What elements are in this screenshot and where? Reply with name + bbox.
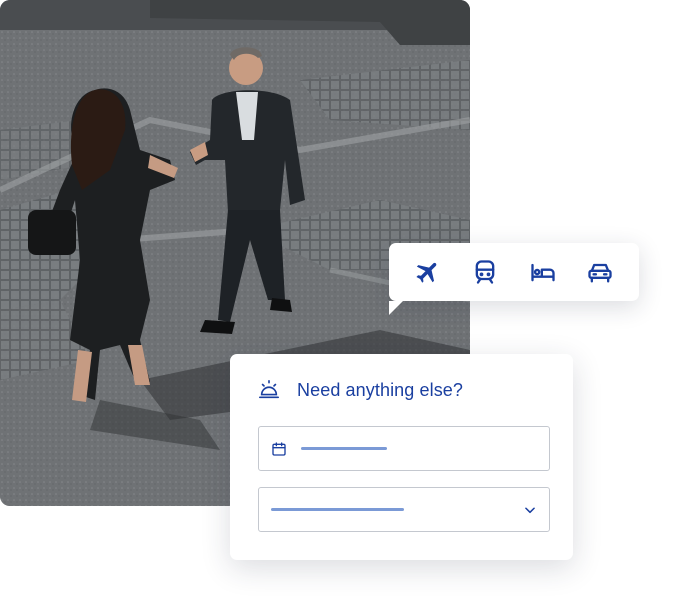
- chevron-down-icon[interactable]: [523, 503, 537, 517]
- card-header: Need anything else?: [258, 354, 551, 426]
- date-field[interactable]: [258, 426, 550, 471]
- date-placeholder-bar: [301, 447, 387, 450]
- car-icon[interactable]: [585, 257, 615, 287]
- concierge-bell-icon: [259, 380, 279, 399]
- hotel-bed-icon[interactable]: [528, 257, 558, 287]
- train-icon[interactable]: [470, 257, 500, 287]
- booking-card: Need anything else?: [230, 354, 573, 560]
- card-title: Need anything else?: [297, 379, 464, 400]
- plane-icon[interactable]: [413, 257, 443, 287]
- travel-mode-selector: [389, 243, 639, 315]
- select-field[interactable]: [258, 487, 550, 532]
- calendar-icon: [272, 441, 286, 456]
- select-placeholder-bar: [271, 508, 404, 511]
